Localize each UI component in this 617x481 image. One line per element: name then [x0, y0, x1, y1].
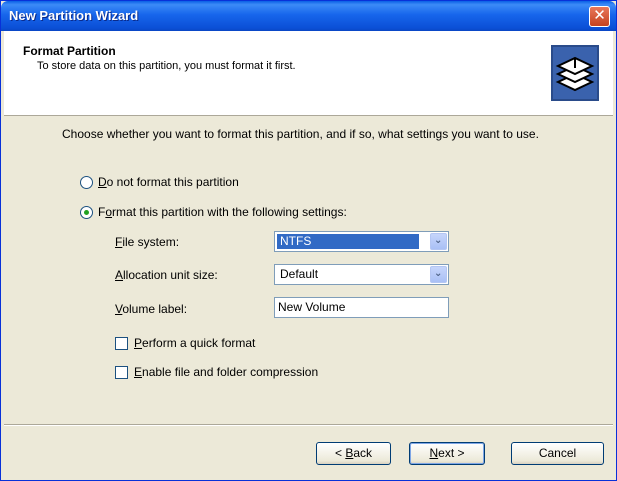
page-title: Format Partition [23, 44, 116, 58]
cancel-button[interactable]: Cancel [511, 442, 604, 465]
title-bar[interactable]: New Partition Wizard ✕ [1, 1, 616, 31]
button-separator [4, 424, 613, 426]
file-system-value: NTFS [277, 234, 419, 249]
wizard-window: New Partition Wizard ✕ Format Partition … [0, 0, 617, 481]
page-subtitle: To store data on this partition, you mus… [37, 60, 296, 72]
radio-format-label: Format this partition with the following… [98, 205, 347, 219]
window-title: New Partition Wizard [9, 8, 139, 23]
volume-label-label: Volume label: [115, 302, 188, 316]
wizard-header: Format Partition To store data on this p… [4, 31, 613, 116]
close-button[interactable]: ✕ [589, 6, 610, 27]
allocation-unit-select[interactable]: Default ⌄ [274, 264, 449, 285]
allocation-unit-label: Allocation unit size: [115, 268, 218, 282]
quick-format-label: Perform a quick format [134, 336, 256, 350]
next-button[interactable]: Next > [409, 442, 485, 465]
radio-format[interactable]: Format this partition with the following… [80, 205, 347, 219]
checkbox[interactable] [115, 365, 128, 379]
back-button[interactable]: < Back [316, 442, 391, 465]
radio-no-format[interactable]: Do not format this partition [80, 175, 239, 189]
compression-checkbox[interactable]: Enable file and folder compression [115, 365, 318, 379]
radio-button-selected[interactable] [80, 205, 93, 219]
close-icon: ✕ [593, 7, 606, 24]
radio-button[interactable] [80, 175, 93, 189]
allocation-unit-dropdown-button[interactable]: ⌄ [430, 266, 447, 283]
file-system-select[interactable]: NTFS ⌄ [274, 231, 449, 252]
file-system-label: File system: [115, 235, 180, 249]
quick-format-checkbox[interactable]: Perform a quick format [115, 336, 255, 350]
file-system-dropdown-button[interactable]: ⌄ [430, 233, 447, 250]
radio-no-format-label: Do not format this partition [98, 175, 239, 189]
chevron-down-icon: ⌄ [434, 235, 443, 246]
volume-label-input[interactable]: New Volume [274, 297, 449, 318]
format-disk-icon [551, 45, 599, 101]
allocation-unit-value: Default [280, 267, 319, 281]
chevron-down-icon: ⌄ [434, 268, 443, 279]
compression-label: Enable file and folder compression [134, 365, 319, 379]
checkbox[interactable] [115, 336, 128, 350]
intro-text: Choose whether you want to format this p… [62, 127, 539, 141]
